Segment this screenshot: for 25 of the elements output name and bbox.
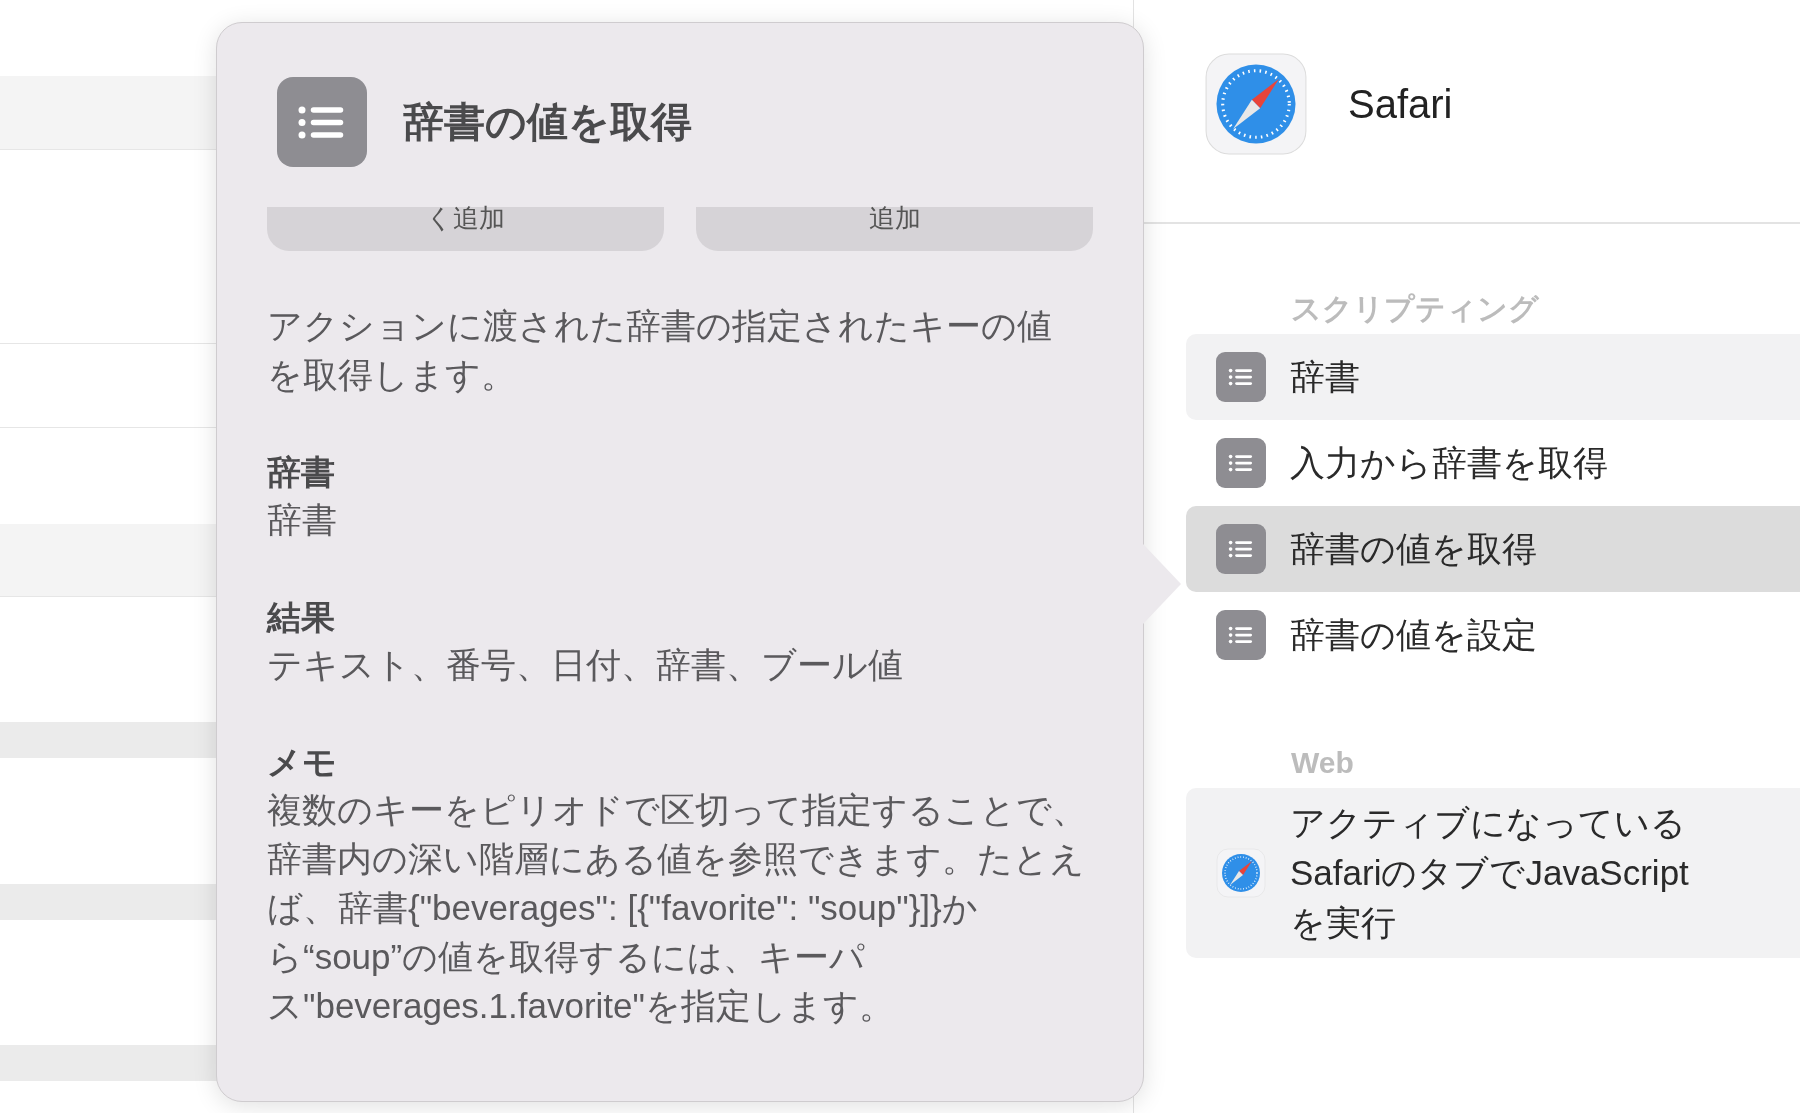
compass-icon [1204, 52, 1308, 156]
description-text: アクションに渡された辞書の指定されたキーの値を取得します。 [267, 305, 1053, 396]
add-button[interactable]: 追加 [696, 207, 1093, 251]
action-item[interactable]: アクティブになっているSafariのタブでJavaScriptを実行 [1186, 788, 1800, 958]
popover-title: 辞書の値を取得 [403, 97, 692, 147]
action-item[interactable]: 辞書 [1186, 334, 1800, 420]
list-icon [1216, 352, 1266, 402]
section-text: 複数のキーをピリオドで区切って指定することで、辞書内の深い階層にある値を参照できます。たとえば、辞書{"beverages": [{"favorite": "soup"}]}から“soup”の値を取得するには、キーパス"beverages.1.favorite"を指定します。 [267, 789, 1088, 1027]
section-heading: 辞書 [267, 452, 336, 493]
compass-icon [1216, 848, 1266, 898]
section-text: 辞書 [267, 499, 338, 541]
action-item[interactable]: 入力から辞書を取得 [1186, 420, 1800, 506]
action-item[interactable]: 辞書の値を設定 [1186, 592, 1800, 678]
group-heading: Web [1290, 745, 1355, 781]
section-heading: メモ [267, 742, 338, 783]
list-icon [277, 77, 367, 167]
section-text: テキスト、番号、日付、辞書、ブール値 [267, 644, 904, 686]
list-icon [1216, 438, 1266, 488]
list-icon [1216, 610, 1266, 660]
list-icon [1216, 524, 1266, 574]
section-heading: 結果 [267, 597, 336, 638]
group-heading: スクリプティング [1290, 291, 1540, 327]
action-item[interactable]: 辞書の値を取得 [1186, 506, 1800, 592]
app-name: Safari [1348, 81, 1453, 127]
add-button[interactable]: く追加 [267, 207, 664, 251]
